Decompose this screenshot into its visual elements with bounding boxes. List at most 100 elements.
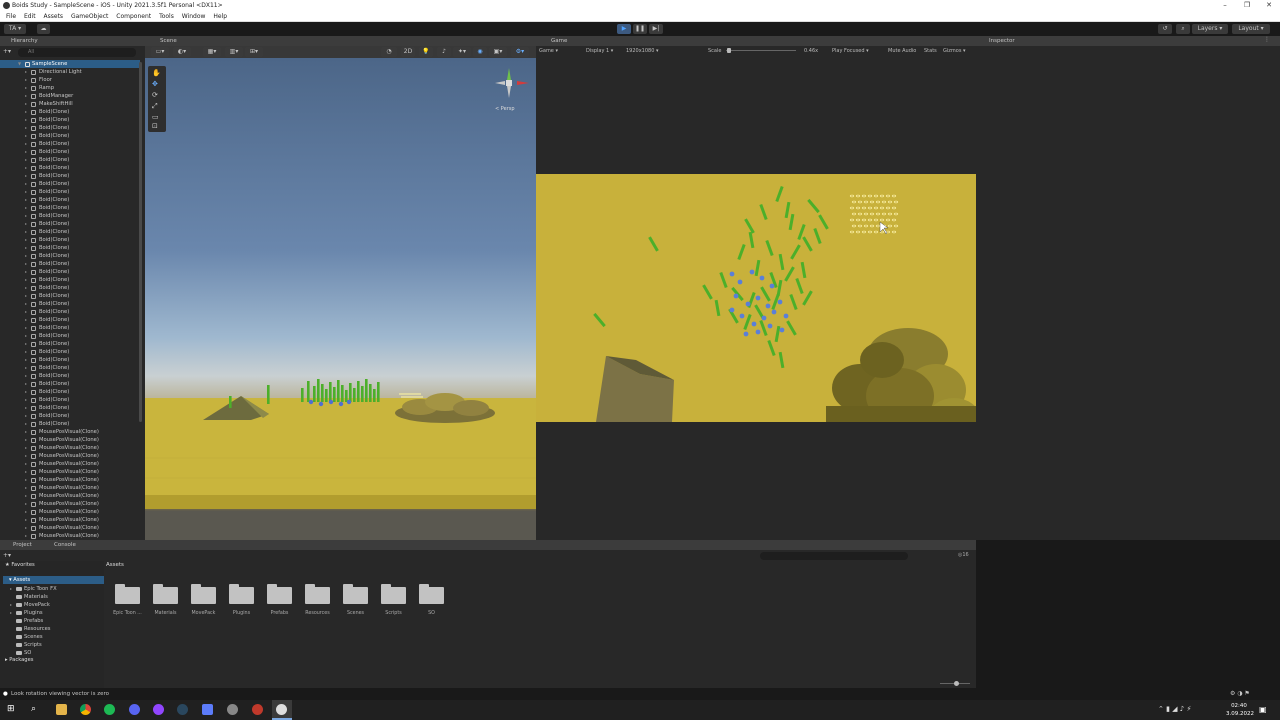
expand-arrow-icon[interactable]: ▸ bbox=[25, 260, 27, 268]
hierarchy-item-mouse-clone[interactable]: MousePosVisual(Clone) ▸ bbox=[0, 508, 140, 516]
hierarchy-item[interactable]: MakeShiftHill ▸ bbox=[0, 100, 140, 108]
hierarchy-item-mouse-clone[interactable]: MousePosVisual(Clone) ▸ bbox=[0, 476, 140, 484]
minimize-button[interactable]: – bbox=[1214, 0, 1236, 11]
menu-tools[interactable]: Tools bbox=[159, 13, 174, 20]
project-tree-folder[interactable]: Scenes bbox=[0, 633, 104, 641]
move-tool-icon[interactable]: ✥ bbox=[152, 80, 158, 88]
hierarchy-item-boid-clone[interactable]: Boid(Clone) ▸ bbox=[0, 372, 140, 380]
expand-arrow-icon[interactable]: ▸ bbox=[25, 476, 27, 484]
icon-size-slider-handle[interactable] bbox=[954, 681, 959, 686]
hierarchy-item-mouse-clone[interactable]: MousePosVisual(Clone) ▸ bbox=[0, 468, 140, 476]
create-asset-button[interactable]: +▾ bbox=[3, 552, 11, 559]
expand-arrow-icon[interactable]: ▸ bbox=[25, 492, 27, 500]
hierarchy-item-boid-clone[interactable]: Boid(Clone) ▸ bbox=[0, 252, 140, 260]
status-message[interactable]: Look rotation viewing vector is zero bbox=[11, 688, 109, 700]
hierarchy-item-boid-clone[interactable]: Boid(Clone) ▸ bbox=[0, 380, 140, 388]
hierarchy-item-boid-clone[interactable]: Boid(Clone) ▸ bbox=[0, 148, 140, 156]
expand-arrow-icon[interactable]: ▸ bbox=[25, 140, 27, 148]
expand-arrow-icon[interactable]: ▸ bbox=[25, 316, 27, 324]
expand-arrow-icon[interactable]: ▸ bbox=[25, 308, 27, 316]
cloud-icon[interactable]: ☁ bbox=[37, 24, 50, 34]
hierarchy-item-boid-clone[interactable]: Boid(Clone) ▸ bbox=[0, 300, 140, 308]
expand-arrow-icon[interactable]: ▸ bbox=[25, 516, 27, 524]
expand-arrow-icon[interactable]: ▸ bbox=[25, 220, 27, 228]
hierarchy-item-boid-clone[interactable]: Boid(Clone) ▸ bbox=[0, 124, 140, 132]
hierarchy-item-boid-clone[interactable]: Boid(Clone) ▸ bbox=[0, 196, 140, 204]
expand-arrow-icon[interactable]: ▸ bbox=[10, 601, 12, 609]
obs-icon[interactable] bbox=[153, 704, 164, 715]
project-breadcrumb[interactable]: Assets bbox=[106, 562, 124, 568]
expand-arrow-icon[interactable]: ▸ bbox=[25, 428, 27, 436]
expand-arrow-icon[interactable]: ▸ bbox=[25, 204, 27, 212]
hierarchy-item[interactable]: Directional Light ▸ bbox=[0, 68, 140, 76]
system-tray-icons[interactable]: ⌃ ▮ ◢ ♪ ⚡ bbox=[1158, 705, 1191, 713]
asset-folder[interactable]: Materials bbox=[153, 584, 178, 616]
hierarchy-item-boid-clone[interactable]: Boid(Clone) ▸ bbox=[0, 164, 140, 172]
expand-arrow-icon[interactable]: ▸ bbox=[25, 76, 27, 84]
history-icon[interactable]: ↺ bbox=[1158, 24, 1172, 34]
hierarchy-item-boid-clone[interactable]: Boid(Clone) ▸ bbox=[0, 244, 140, 252]
menu-edit[interactable]: Edit bbox=[24, 13, 36, 20]
expand-arrow-icon[interactable]: ▸ bbox=[25, 364, 27, 372]
hierarchy-item-boid-clone[interactable]: Boid(Clone) ▸ bbox=[0, 292, 140, 300]
expand-arrow-icon[interactable]: ▸ bbox=[25, 356, 27, 364]
play-button[interactable]: ▶ bbox=[617, 24, 631, 34]
expand-arrow-icon[interactable]: ▸ bbox=[10, 585, 12, 593]
hierarchy-item-boid-clone[interactable]: Boid(Clone) ▸ bbox=[0, 420, 140, 428]
resolution-dropdown[interactable]: 1920x1080 ▾ bbox=[626, 46, 659, 56]
expand-arrow-icon[interactable]: ▸ bbox=[25, 324, 27, 332]
hierarchy-item[interactable]: Floor ▸ bbox=[0, 76, 140, 84]
snap-toggle[interactable]: ▥▾ bbox=[225, 47, 243, 57]
hierarchy-item-boid-clone[interactable]: Boid(Clone) ▸ bbox=[0, 412, 140, 420]
close-button[interactable]: ✕ bbox=[1258, 0, 1280, 11]
orientation-gizmo-icon[interactable] bbox=[495, 66, 531, 102]
hierarchy-item-boid-clone[interactable]: Boid(Clone) ▸ bbox=[0, 364, 140, 372]
transform-tool-icon[interactable]: ⊡ bbox=[152, 122, 158, 130]
menu-help[interactable]: Help bbox=[213, 13, 227, 20]
rotate-tool-icon[interactable]: ⟳ bbox=[152, 91, 158, 99]
project-tree-folder[interactable]: Materials bbox=[0, 593, 104, 601]
hierarchy-item-boid-clone[interactable]: Boid(Clone) ▸ bbox=[0, 308, 140, 316]
audio-toggle[interactable]: ♪ bbox=[437, 47, 451, 57]
expand-arrow-icon[interactable]: ▸ bbox=[25, 244, 27, 252]
expand-arrow-icon[interactable]: ▸ bbox=[25, 396, 27, 404]
hierarchy-item-mouse-clone[interactable]: MousePosVisual(Clone) ▸ bbox=[0, 532, 140, 540]
hierarchy-item-mouse-clone[interactable]: MousePosVisual(Clone) ▸ bbox=[0, 484, 140, 492]
add-object-button[interactable]: +▾ bbox=[3, 48, 15, 57]
notification-icon[interactable]: ▣ bbox=[1259, 705, 1267, 714]
hierarchy-item-boid-clone[interactable]: Boid(Clone) ▸ bbox=[0, 404, 140, 412]
hierarchy-item-boid-clone[interactable]: Boid(Clone) ▸ bbox=[0, 132, 140, 140]
tab-scene[interactable]: Scene bbox=[149, 36, 177, 46]
steam-icon[interactable] bbox=[177, 704, 188, 715]
expand-arrow-icon[interactable]: ▸ bbox=[25, 212, 27, 220]
favorites-row[interactable]: ★ Favorites bbox=[5, 562, 35, 568]
hierarchy-item-boid-clone[interactable]: Boid(Clone) ▸ bbox=[0, 188, 140, 196]
project-tree-folder[interactable]: ▸ Epic Toon FX bbox=[0, 585, 104, 593]
search-icon[interactable]: ⌕ bbox=[31, 704, 36, 714]
hierarchy-item-boid-clone[interactable]: Boid(Clone) ▸ bbox=[0, 116, 140, 124]
tab-console[interactable]: Console bbox=[43, 540, 76, 550]
chrome-icon[interactable] bbox=[80, 704, 91, 715]
hierarchy-item[interactable]: Ramp ▸ bbox=[0, 84, 140, 92]
draw-mode-dropdown[interactable]: ▭▾ bbox=[151, 47, 169, 57]
hierarchy-item-boid-clone[interactable]: Boid(Clone) ▸ bbox=[0, 356, 140, 364]
lighting-toggle[interactable]: 💡 bbox=[419, 47, 433, 57]
expand-arrow-icon[interactable]: ▸ bbox=[25, 300, 27, 308]
scale-slider[interactable] bbox=[726, 50, 796, 51]
app-icon[interactable] bbox=[202, 704, 213, 715]
unity-hub-icon[interactable] bbox=[227, 704, 238, 715]
project-search-input[interactable] bbox=[760, 552, 908, 560]
hierarchy-item-mouse-clone[interactable]: MousePosVisual(Clone) ▸ bbox=[0, 524, 140, 532]
expand-arrow-icon[interactable]: ▸ bbox=[25, 500, 27, 508]
inspector-menu-icon[interactable]: ⋮ bbox=[1264, 36, 1270, 43]
expand-arrow-icon[interactable]: ▸ bbox=[10, 609, 12, 617]
expand-arrow-icon[interactable]: ▸ bbox=[25, 196, 27, 204]
hierarchy-item-boid-clone[interactable]: Boid(Clone) ▸ bbox=[0, 316, 140, 324]
project-tree-folder[interactable]: SO bbox=[0, 649, 104, 657]
expand-arrow-icon[interactable]: ▸ bbox=[25, 132, 27, 140]
expand-arrow-icon[interactable]: ▸ bbox=[25, 164, 27, 172]
discord-icon[interactable] bbox=[129, 704, 140, 715]
expand-arrow-icon[interactable]: ▸ bbox=[25, 148, 27, 156]
scene-camera-dropdown[interactable]: ▣▾ bbox=[489, 47, 507, 57]
grid-toggle[interactable]: ▦▾ bbox=[203, 47, 221, 57]
